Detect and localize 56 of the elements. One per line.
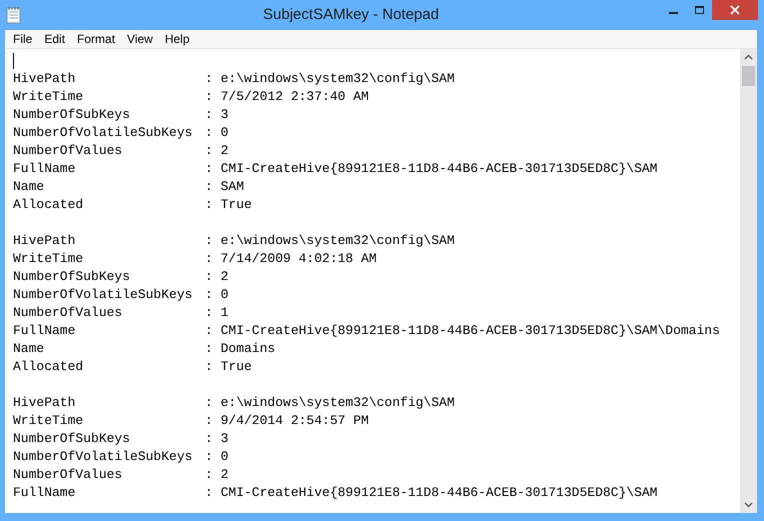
property-name: WriteTime	[13, 250, 84, 268]
text-cursor	[13, 53, 14, 69]
menu-item[interactable]: View	[121, 30, 159, 48]
scroll-thumb[interactable]	[742, 66, 755, 86]
property-value: : 1	[205, 304, 228, 322]
property-name: HivePath	[13, 232, 76, 250]
property-value: : CMI-CreateHive{899121E8-11D8-44B6-ACEB-301713D5ED8C}\SAM	[205, 160, 658, 178]
property-name: Name	[13, 178, 46, 196]
property-name: NumberOfValues	[13, 304, 124, 322]
property-value: : CMI-CreateHive{899121E8-11D8-44B6-ACEB-301713D5ED8C}\SAM	[205, 484, 658, 502]
menu-item[interactable]: Edit	[38, 30, 72, 48]
property-name: FullName	[13, 484, 76, 502]
property-value: : 7/5/2012 2:37:40 AM	[205, 88, 369, 106]
property-name: NumberOfSubKeys	[13, 430, 132, 448]
property-name: NumberOfVolatileSubKeys	[13, 286, 194, 304]
property-value: : 2	[205, 142, 228, 160]
property-name: Name	[13, 340, 46, 358]
property-value: : e:\windows\system32\config\SAM	[205, 70, 455, 88]
menu-item[interactable]: Help	[158, 30, 196, 48]
property-value: : 3	[205, 106, 228, 124]
property-value: : 0	[205, 124, 228, 142]
menu-item[interactable]: Format	[71, 30, 122, 48]
property-name: HivePath	[13, 394, 76, 412]
property-name: NumberOfVolatileSubKeys	[13, 124, 194, 142]
notepad-icon	[6, 6, 22, 24]
property-name: WriteTime	[13, 88, 84, 106]
menu-item[interactable]: File	[7, 30, 38, 48]
property-name: NumberOfValues	[13, 466, 124, 484]
property-value: : True	[205, 196, 252, 214]
property-value: : 0	[205, 286, 228, 304]
window-title: SubjectSAMkey - Notepad	[262, 4, 439, 25]
property-name: FullName	[13, 160, 76, 178]
property-value: : True	[205, 358, 252, 376]
property-value: : 3	[205, 430, 228, 448]
property-name: NumberOfValues	[13, 142, 124, 160]
property-value: : e:\windows\system32\config\SAM	[205, 394, 455, 412]
property-value: : 7/14/2009 4:02:18 AM	[205, 250, 377, 268]
property-name: NumberOfVolatileSubKeys	[13, 448, 194, 466]
property-name: NumberOfSubKeys	[13, 268, 132, 286]
property-value: : CMI-CreateHive{899121E8-11D8-44B6-ACEB-301713D5ED8C}\SAM\Domains	[205, 322, 720, 340]
property-value: : 9/4/2014 2:54:57 PM	[205, 412, 369, 430]
property-value: : Domains	[205, 340, 276, 358]
vertical-scrollbar[interactable]	[740, 49, 757, 513]
property-value: : 2	[205, 466, 228, 484]
close-icon	[730, 5, 740, 15]
close-button[interactable]	[712, 0, 758, 20]
property-name: Allocated	[13, 358, 84, 376]
property-name: HivePath	[13, 70, 76, 88]
property-name: NumberOfSubKeys	[13, 106, 132, 124]
property-value: : e:\windows\system32\config\SAM	[205, 232, 455, 250]
property-name: Allocated	[13, 196, 84, 214]
property-name: FullName	[13, 322, 76, 340]
property-value: : 2	[205, 268, 228, 286]
property-value: : 0	[205, 448, 228, 466]
property-value: : SAM	[205, 178, 244, 196]
property-name: WriteTime	[13, 412, 84, 430]
